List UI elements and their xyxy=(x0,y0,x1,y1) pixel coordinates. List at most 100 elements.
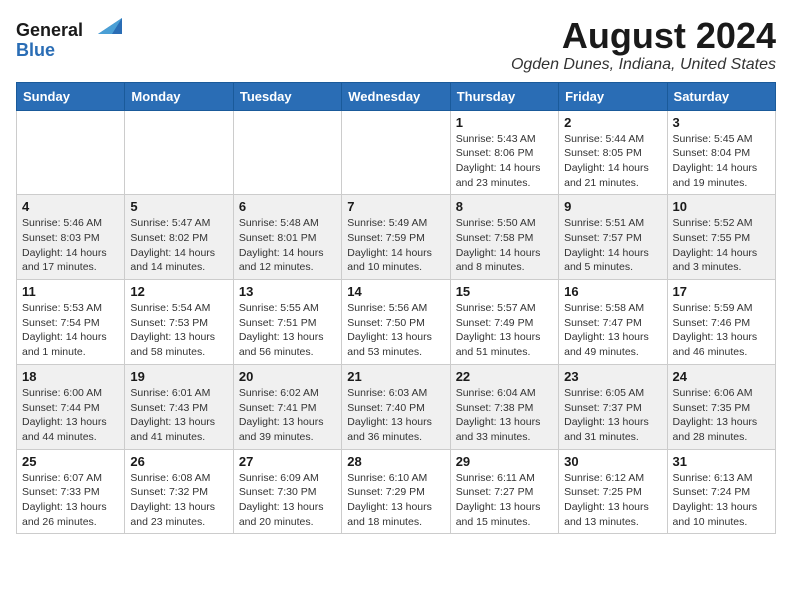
calendar-cell: 10 Sunrise: 5:52 AM Sunset: 7:55 PM Dayli… xyxy=(667,195,775,280)
day-number: 14 xyxy=(347,284,444,299)
day-number: 3 xyxy=(673,115,770,130)
calendar-cell: 25 Sunrise: 6:07 AM Sunset: 7:33 PM Dayli… xyxy=(17,449,125,534)
day-number: 21 xyxy=(347,369,444,384)
weekday-header: Tuesday xyxy=(233,82,341,110)
logo-general-text: General xyxy=(16,20,83,40)
logo-blue-text: Blue xyxy=(16,41,55,59)
day-info: Sunrise: 6:00 AM Sunset: 7:44 PM Dayligh… xyxy=(22,386,119,445)
calendar-cell xyxy=(342,110,450,195)
day-number: 7 xyxy=(347,199,444,214)
day-number: 29 xyxy=(456,454,553,469)
calendar-cell: 2 Sunrise: 5:44 AM Sunset: 8:05 PM Daylig… xyxy=(559,110,667,195)
calendar-week-row: 1Sunrise: 5:43 AM Sunset: 8:06 PM Daylig… xyxy=(17,110,776,195)
day-number: 22 xyxy=(456,369,553,384)
day-info: Sunrise: 5:46 AM Sunset: 8:03 PM Dayligh… xyxy=(22,216,119,275)
calendar-cell: 1Sunrise: 5:43 AM Sunset: 8:06 PM Daylig… xyxy=(450,110,558,195)
day-number: 12 xyxy=(130,284,227,299)
day-number: 15 xyxy=(456,284,553,299)
day-number: 18 xyxy=(22,369,119,384)
day-info: Sunrise: 6:09 AM Sunset: 7:30 PM Dayligh… xyxy=(239,471,336,530)
day-info: Sunrise: 6:03 AM Sunset: 7:40 PM Dayligh… xyxy=(347,386,444,445)
day-info: Sunrise: 6:04 AM Sunset: 7:38 PM Dayligh… xyxy=(456,386,553,445)
day-info: Sunrise: 5:44 AM Sunset: 8:05 PM Dayligh… xyxy=(564,132,661,191)
day-info: Sunrise: 5:54 AM Sunset: 7:53 PM Dayligh… xyxy=(130,301,227,360)
calendar-cell: 8 Sunrise: 5:50 AM Sunset: 7:58 PM Daylig… xyxy=(450,195,558,280)
day-info: Sunrise: 6:06 AM Sunset: 7:35 PM Dayligh… xyxy=(673,386,770,445)
day-info: Sunrise: 5:50 AM Sunset: 7:58 PM Dayligh… xyxy=(456,216,553,275)
day-number: 19 xyxy=(130,369,227,384)
calendar-cell: 27 Sunrise: 6:09 AM Sunset: 7:30 PM Dayli… xyxy=(233,449,341,534)
logo: General Blue xyxy=(16,16,122,59)
day-number: 30 xyxy=(564,454,661,469)
calendar-cell: 18 Sunrise: 6:00 AM Sunset: 7:44 PM Dayli… xyxy=(17,364,125,449)
day-number: 5 xyxy=(130,199,227,214)
day-info: Sunrise: 6:05 AM Sunset: 7:37 PM Dayligh… xyxy=(564,386,661,445)
weekday-header: Thursday xyxy=(450,82,558,110)
title-area: August 2024 Ogden Dunes, Indiana, United… xyxy=(511,16,776,74)
day-info: Sunrise: 5:48 AM Sunset: 8:01 PM Dayligh… xyxy=(239,216,336,275)
day-info: Sunrise: 6:01 AM Sunset: 7:43 PM Dayligh… xyxy=(130,386,227,445)
calendar-cell: 13 Sunrise: 5:55 AM Sunset: 7:51 PM Dayli… xyxy=(233,280,341,365)
calendar-week-row: 18 Sunrise: 6:00 AM Sunset: 7:44 PM Dayli… xyxy=(17,364,776,449)
calendar-cell: 11 Sunrise: 5:53 AM Sunset: 7:54 PM Dayli… xyxy=(17,280,125,365)
day-info: Sunrise: 6:02 AM Sunset: 7:41 PM Dayligh… xyxy=(239,386,336,445)
day-number: 27 xyxy=(239,454,336,469)
day-number: 25 xyxy=(22,454,119,469)
day-number: 13 xyxy=(239,284,336,299)
calendar-cell: 26Sunrise: 6:08 AM Sunset: 7:32 PM Dayli… xyxy=(125,449,233,534)
day-number: 8 xyxy=(456,199,553,214)
calendar-cell: 5 Sunrise: 5:47 AM Sunset: 8:02 PM Daylig… xyxy=(125,195,233,280)
day-info: Sunrise: 5:43 AM Sunset: 8:06 PM Dayligh… xyxy=(456,132,553,191)
day-number: 2 xyxy=(564,115,661,130)
calendar-cell: 16Sunrise: 5:58 AM Sunset: 7:47 PM Dayli… xyxy=(559,280,667,365)
day-number: 9 xyxy=(564,199,661,214)
day-info: Sunrise: 5:57 AM Sunset: 7:49 PM Dayligh… xyxy=(456,301,553,360)
day-info: Sunrise: 5:51 AM Sunset: 7:57 PM Dayligh… xyxy=(564,216,661,275)
day-info: Sunrise: 6:07 AM Sunset: 7:33 PM Dayligh… xyxy=(22,471,119,530)
calendar-cell: 15 Sunrise: 5:57 AM Sunset: 7:49 PM Dayli… xyxy=(450,280,558,365)
day-info: Sunrise: 5:53 AM Sunset: 7:54 PM Dayligh… xyxy=(22,301,119,360)
day-info: Sunrise: 5:47 AM Sunset: 8:02 PM Dayligh… xyxy=(130,216,227,275)
day-info: Sunrise: 6:12 AM Sunset: 7:25 PM Dayligh… xyxy=(564,471,661,530)
calendar-cell: 23 Sunrise: 6:05 AM Sunset: 7:37 PM Dayli… xyxy=(559,364,667,449)
day-info: Sunrise: 5:49 AM Sunset: 7:59 PM Dayligh… xyxy=(347,216,444,275)
day-number: 26 xyxy=(130,454,227,469)
day-number: 28 xyxy=(347,454,444,469)
day-number: 31 xyxy=(673,454,770,469)
calendar-cell: 12 Sunrise: 5:54 AM Sunset: 7:53 PM Dayli… xyxy=(125,280,233,365)
calendar-cell xyxy=(125,110,233,195)
calendar-cell: 4 Sunrise: 5:46 AM Sunset: 8:03 PM Daylig… xyxy=(17,195,125,280)
calendar-cell: 28Sunrise: 6:10 AM Sunset: 7:29 PM Dayli… xyxy=(342,449,450,534)
calendar-cell: 29 Sunrise: 6:11 AM Sunset: 7:27 PM Dayli… xyxy=(450,449,558,534)
calendar-table: SundayMondayTuesdayWednesdayThursdayFrid… xyxy=(16,82,776,535)
day-number: 20 xyxy=(239,369,336,384)
day-number: 24 xyxy=(673,369,770,384)
calendar-week-row: 11 Sunrise: 5:53 AM Sunset: 7:54 PM Dayli… xyxy=(17,280,776,365)
calendar-week-row: 25 Sunrise: 6:07 AM Sunset: 7:33 PM Dayli… xyxy=(17,449,776,534)
day-info: Sunrise: 5:55 AM Sunset: 7:51 PM Dayligh… xyxy=(239,301,336,360)
weekday-header: Friday xyxy=(559,82,667,110)
day-number: 23 xyxy=(564,369,661,384)
calendar-cell: 20 Sunrise: 6:02 AM Sunset: 7:41 PM Dayli… xyxy=(233,364,341,449)
day-number: 17 xyxy=(673,284,770,299)
weekday-header: Sunday xyxy=(17,82,125,110)
calendar-cell: 30 Sunrise: 6:12 AM Sunset: 7:25 PM Dayli… xyxy=(559,449,667,534)
location-text: Ogden Dunes, Indiana, United States xyxy=(511,56,776,74)
day-info: Sunrise: 6:11 AM Sunset: 7:27 PM Dayligh… xyxy=(456,471,553,530)
weekday-header: Saturday xyxy=(667,82,775,110)
day-info: Sunrise: 6:13 AM Sunset: 7:24 PM Dayligh… xyxy=(673,471,770,530)
day-info: Sunrise: 5:56 AM Sunset: 7:50 PM Dayligh… xyxy=(347,301,444,360)
day-number: 16 xyxy=(564,284,661,299)
day-number: 11 xyxy=(22,284,119,299)
day-info: Sunrise: 5:45 AM Sunset: 8:04 PM Dayligh… xyxy=(673,132,770,191)
day-number: 4 xyxy=(22,199,119,214)
calendar-cell: 14 Sunrise: 5:56 AM Sunset: 7:50 PM Dayli… xyxy=(342,280,450,365)
day-info: Sunrise: 5:52 AM Sunset: 7:55 PM Dayligh… xyxy=(673,216,770,275)
calendar-cell: 9 Sunrise: 5:51 AM Sunset: 7:57 PM Daylig… xyxy=(559,195,667,280)
calendar-cell: 22 Sunrise: 6:04 AM Sunset: 7:38 PM Dayli… xyxy=(450,364,558,449)
calendar-cell: 24 Sunrise: 6:06 AM Sunset: 7:35 PM Dayli… xyxy=(667,364,775,449)
month-title: August 2024 xyxy=(511,16,776,56)
calendar-cell xyxy=(17,110,125,195)
day-number: 10 xyxy=(673,199,770,214)
weekday-header: Wednesday xyxy=(342,82,450,110)
